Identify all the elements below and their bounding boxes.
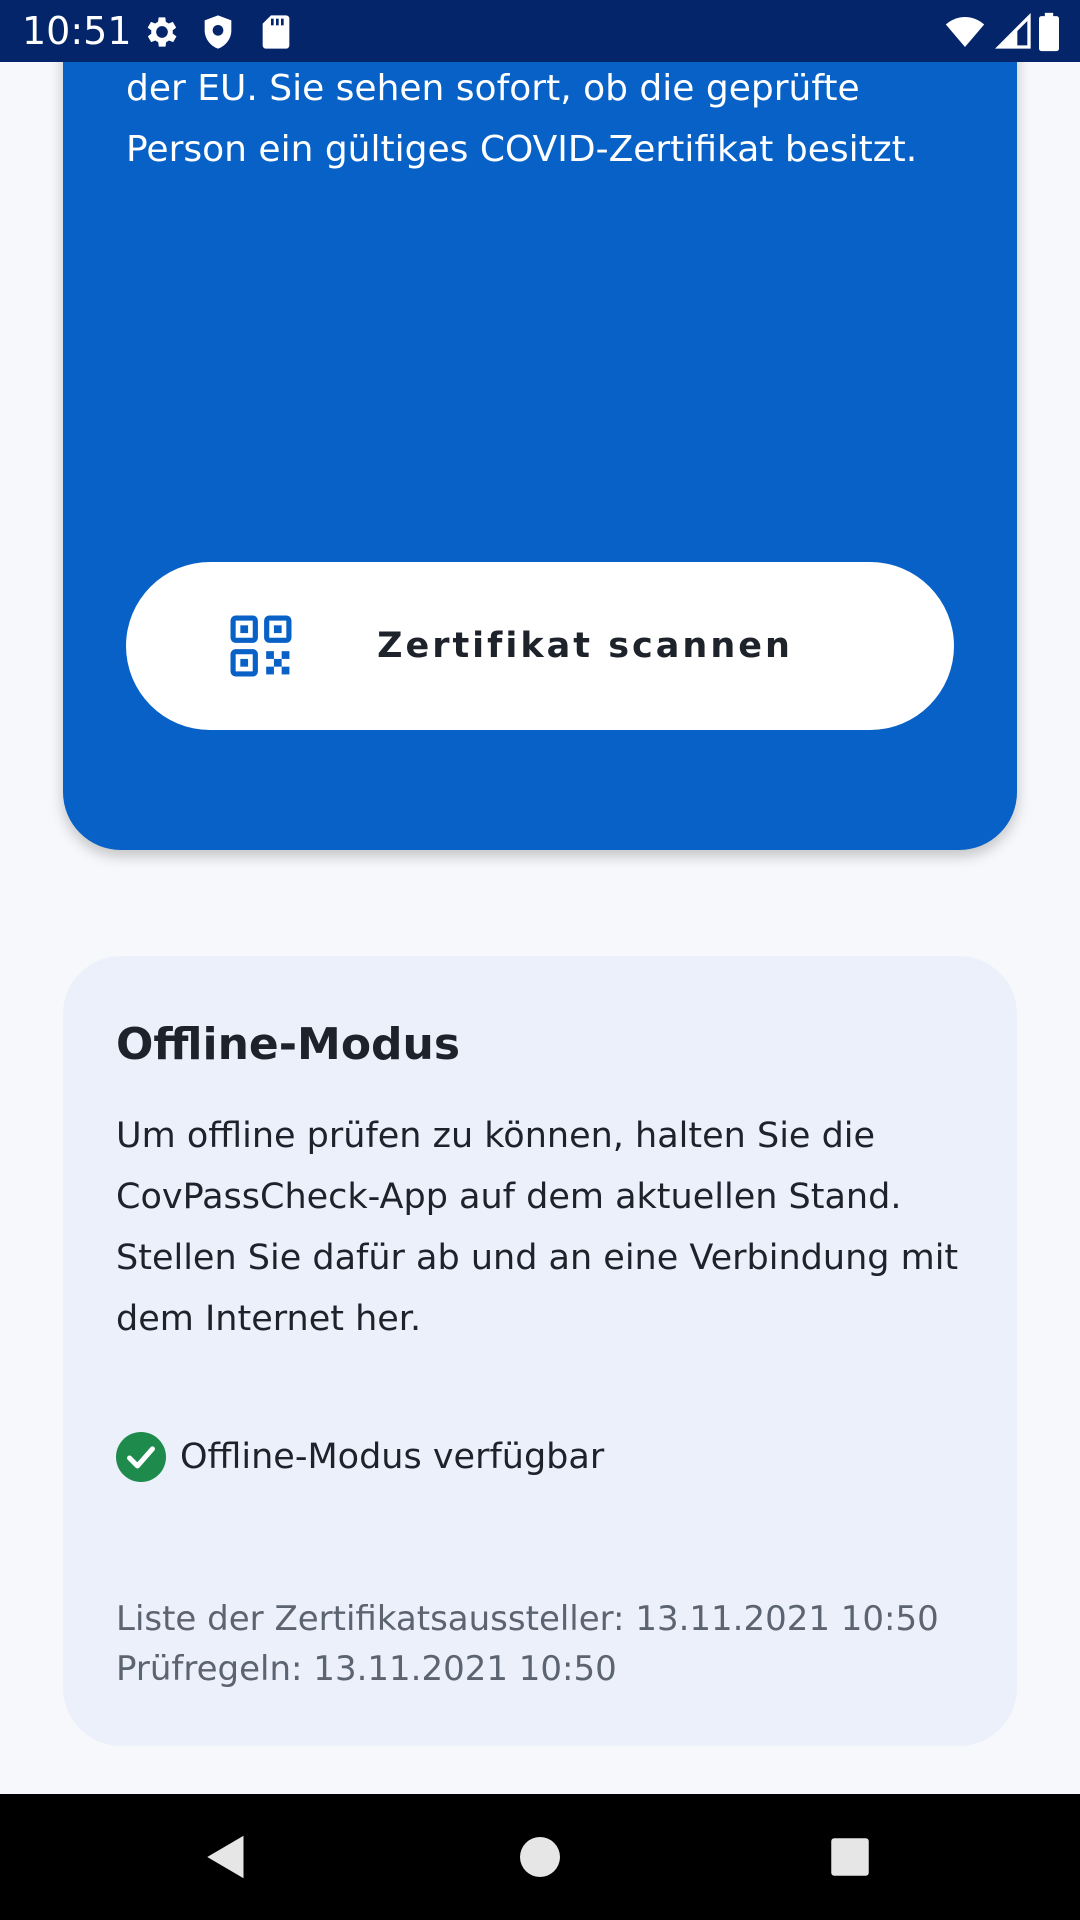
- scan-button-label: Zertifikat scannen: [377, 626, 793, 666]
- offline-mode-title: Offline-Modus: [116, 1019, 461, 1070]
- offline-description-line: Um offline prüfen zu können, halten Sie …: [116, 1116, 876, 1156]
- cell-signal-icon: [994, 12, 1034, 52]
- scan-card-text-line: der EU. Sie sehen sofort, ob die geprüft…: [126, 68, 860, 109]
- status-time: 10:51: [22, 9, 132, 53]
- battery-icon: [1036, 12, 1062, 52]
- update-info: Liste der Zertifikatsaussteller: 13.11.2…: [116, 1594, 939, 1694]
- screen: 10:51 der EU. Sie sehen sofort, ob die g…: [0, 0, 1080, 1920]
- back-icon[interactable]: [196, 1827, 256, 1887]
- rules-updated: Prüfregeln: 13.11.2021 10:50: [116, 1649, 617, 1689]
- gear-icon: [142, 12, 182, 52]
- scan-card-description: der EU. Sie sehen sofort, ob die geprüft…: [126, 58, 966, 180]
- home-icon[interactable]: [510, 1827, 570, 1887]
- scan-card: der EU. Sie sehen sofort, ob die geprüft…: [63, 0, 1017, 850]
- offline-status-text: Offline-Modus verfügbar: [180, 1437, 605, 1477]
- shield-icon: [198, 12, 238, 52]
- status-bar: 10:51: [0, 0, 1080, 62]
- wifi-icon: [942, 12, 988, 52]
- scan-card-text-line: Person ein gültiges COVID-Zertifikat bes…: [126, 129, 918, 170]
- offline-description-line: CovPassCheck-App auf dem aktuellen Stand…: [116, 1177, 902, 1217]
- issuer-list-updated: Liste der Zertifikatsaussteller: 13.11.2…: [116, 1599, 939, 1639]
- offline-mode-card: Offline-Modus Um offline prüfen zu könne…: [63, 956, 1017, 1746]
- offline-mode-description: Um offline prüfen zu können, halten Sie …: [116, 1106, 976, 1350]
- recents-icon[interactable]: [820, 1827, 880, 1887]
- sd-card-icon: [256, 12, 296, 52]
- check-circle-icon: [116, 1432, 166, 1482]
- scan-certificate-button[interactable]: Zertifikat scannen: [126, 562, 954, 730]
- offline-description-line: dem Internet her.: [116, 1299, 422, 1339]
- navigation-bar: [0, 1794, 1080, 1920]
- offline-description-line: Stellen Sie dafür ab und an eine Verbind…: [116, 1238, 959, 1278]
